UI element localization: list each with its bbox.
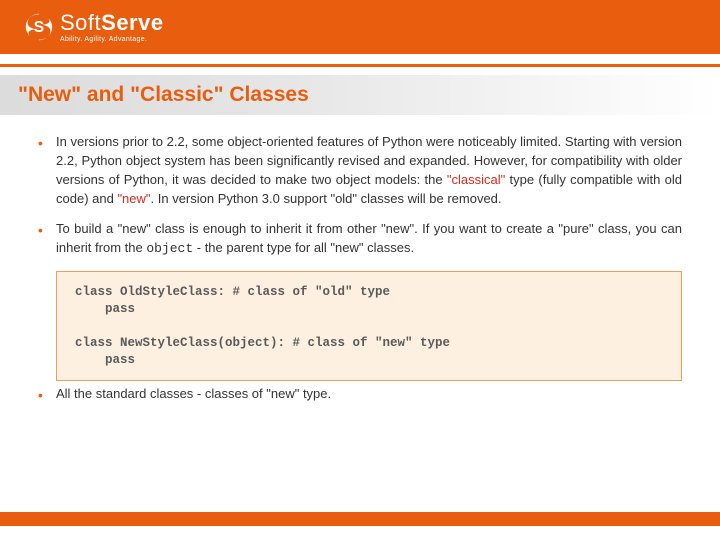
logo-text-block: SoftServe Ability. Agility. Advantage. — [60, 12, 164, 43]
code-block: class OldStyleClass: # class of "old" ty… — [56, 271, 682, 381]
footer-bar — [0, 512, 720, 526]
slide-title-bar: "New" and "Classic" Classes — [0, 75, 720, 115]
highlight-new: "new" — [117, 191, 150, 206]
header-gap — [0, 54, 720, 64]
bullet-3: All the standard classes - classes of "n… — [38, 385, 682, 404]
svg-text:S: S — [34, 19, 44, 36]
logo-icon: S — [24, 12, 54, 42]
bullet-2: To build a "new" class is enough to inhe… — [38, 220, 682, 259]
highlight-classical: "classical" — [447, 172, 505, 187]
slide-content: In versions prior to 2.2, some object-or… — [0, 115, 720, 404]
inline-code-object: object — [146, 241, 193, 256]
logo-tagline: Ability. Agility. Advantage. — [60, 36, 164, 43]
slide-title: "New" and "Classic" Classes — [18, 83, 702, 107]
bullet-list: In versions prior to 2.2, some object-or… — [38, 133, 682, 259]
bullet-list-2: All the standard classes - classes of "n… — [38, 385, 682, 404]
logo: S SoftServe Ability. Agility. Advantage. — [24, 12, 164, 43]
bullet-1: In versions prior to 2.2, some object-or… — [38, 133, 682, 208]
header-bar: S SoftServe Ability. Agility. Advantage. — [0, 0, 720, 54]
header-thin-bar — [0, 64, 720, 67]
logo-text: SoftServe — [60, 12, 164, 34]
